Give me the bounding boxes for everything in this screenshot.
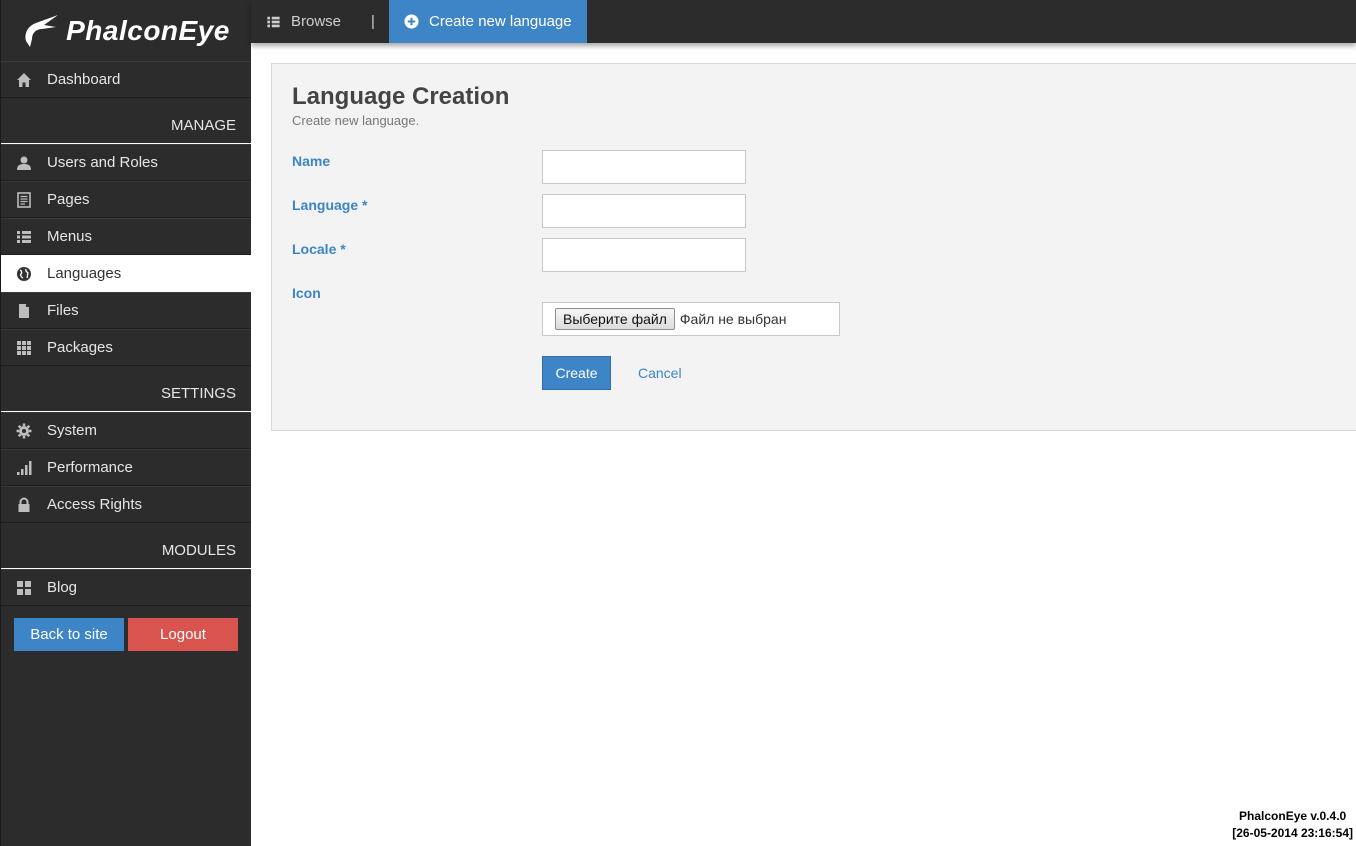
phalcon-logo-icon xyxy=(25,14,59,47)
sidebar: PhalconEye Dashboard MANAGE Users and Ro… xyxy=(0,0,251,846)
sidebar-item-files[interactable]: Files xyxy=(1,292,251,329)
section-manage: MANAGE xyxy=(1,98,251,144)
sidebar-item-label: Menus xyxy=(47,228,93,245)
name-input[interactable] xyxy=(542,150,746,184)
sidebar-item-pages[interactable]: Pages xyxy=(1,181,251,218)
top-toolbar: Browse | Create new language xyxy=(251,0,1356,43)
back-to-site-button[interactable]: Back to site xyxy=(14,618,124,651)
sidebar-item-label: Packages xyxy=(47,339,113,356)
user-icon xyxy=(16,155,32,171)
sidebar-item-blog[interactable]: Blog xyxy=(1,569,251,606)
logo[interactable]: PhalconEye xyxy=(1,0,251,61)
cancel-link[interactable]: Cancel xyxy=(638,365,682,381)
sidebar-item-label: Blog xyxy=(47,579,78,596)
sidebar-item-label: Dashboard xyxy=(47,71,121,88)
sidebar-actions: Back to site Logout xyxy=(1,606,251,651)
sidebar-item-users-and-roles[interactable]: Users and Roles xyxy=(1,144,251,181)
globe-icon xyxy=(16,266,32,282)
plus-circle-icon xyxy=(404,14,419,29)
sidebar-item-languages[interactable]: Languages xyxy=(1,255,251,292)
sidebar-item-system[interactable]: System xyxy=(1,412,251,449)
footer-timestamp: [26-05-2014 23:16:54] xyxy=(1232,826,1353,840)
footer: PhalconEye v.0.4.0 [26-05-2014 23:16:54] xyxy=(1232,808,1353,842)
icon-file-input: Выберите файл Файл не выбран xyxy=(542,302,840,336)
language-creation-form: Language Creation Create new language. N… xyxy=(271,63,1356,431)
list-icon xyxy=(16,229,32,245)
tiles-icon xyxy=(16,580,32,596)
sidebar-item-label: Performance xyxy=(47,459,133,476)
locale-label: Locale * xyxy=(292,241,346,257)
sidebar-item-label: Users and Roles xyxy=(47,154,158,171)
sidebar-item-packages[interactable]: Packages xyxy=(1,329,251,366)
logo-text: PhalconEye xyxy=(66,14,230,46)
sidebar-item-label: System xyxy=(47,422,98,439)
pages-icon xyxy=(16,191,32,208)
sidebar-item-label: Languages xyxy=(47,265,122,282)
tab-browse[interactable]: Browse xyxy=(251,0,367,43)
sidebar-item-menus[interactable]: Menus xyxy=(1,218,251,255)
sidebar-item-label: Files xyxy=(47,302,79,319)
sidebar-item-label: Pages xyxy=(47,191,90,208)
logout-button[interactable]: Logout xyxy=(128,618,238,651)
tab-create-new-language[interactable]: Create new language xyxy=(389,0,587,43)
tab-label: Create new language xyxy=(429,13,572,30)
sidebar-item-performance[interactable]: Performance xyxy=(1,449,251,486)
create-button[interactable]: Create xyxy=(542,356,611,390)
bar-chart-icon xyxy=(16,460,32,476)
lock-icon xyxy=(16,497,32,513)
section-settings: SETTINGS xyxy=(1,366,251,412)
choose-file-button[interactable]: Выберите файл xyxy=(555,308,675,330)
tab-separator: | xyxy=(371,13,375,30)
tab-label: Browse xyxy=(291,13,342,30)
sidebar-item-access-rights[interactable]: Access Rights xyxy=(1,486,251,523)
page-title: Language Creation xyxy=(292,83,510,110)
sidebar-item-dashboard[interactable]: Dashboard xyxy=(1,61,251,98)
gear-icon xyxy=(16,423,32,439)
language-label: Language * xyxy=(292,197,368,213)
section-modules: MODULES xyxy=(1,523,251,569)
list-icon xyxy=(266,15,281,29)
sidebar-item-label: Access Rights xyxy=(47,496,143,513)
language-input[interactable] xyxy=(542,194,746,228)
icon-label: Icon xyxy=(292,285,321,301)
file-status: Файл не выбран xyxy=(679,311,787,327)
name-label: Name xyxy=(292,153,331,169)
locale-input[interactable] xyxy=(542,238,746,272)
page-subtitle: Create new language. xyxy=(292,113,420,128)
grid-icon xyxy=(16,340,32,356)
home-icon xyxy=(16,72,32,88)
footer-version: PhalconEye v.0.4.0 xyxy=(1239,809,1347,823)
file-icon xyxy=(16,303,32,319)
